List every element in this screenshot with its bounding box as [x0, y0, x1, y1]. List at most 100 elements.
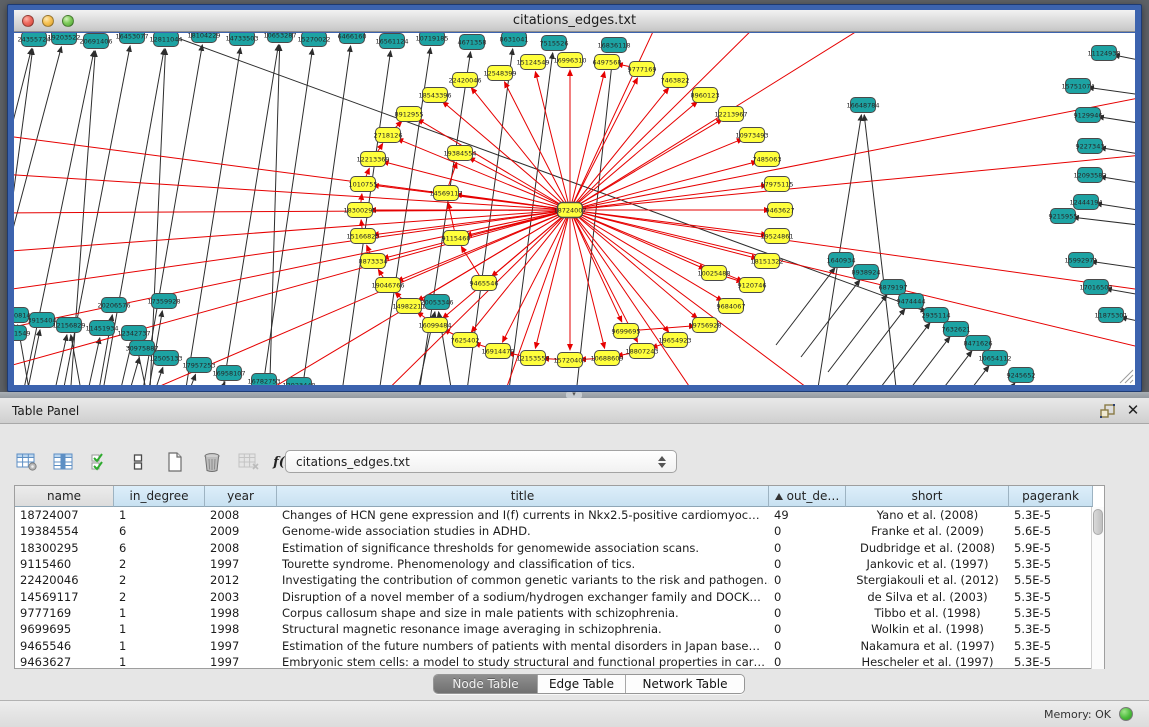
graph-node[interactable]: 7463822 [661, 73, 690, 88]
graph-node[interactable]: 10719185 [415, 33, 448, 46]
graph-node[interactable]: 8912955 [395, 107, 424, 122]
graph-node[interactable]: 9474444 [897, 294, 926, 309]
graph-node[interactable]: 8960123 [691, 88, 720, 103]
table-row[interactable]: 1938455462009Genome-wide association stu… [15, 523, 1104, 539]
graph-node[interactable]: 9115460 [442, 231, 471, 246]
graph-node[interactable]: 15720407 [553, 353, 586, 368]
graph-node[interactable]: 16782753 [247, 374, 280, 386]
graph-node[interactable]: 16561124 [375, 34, 408, 49]
graph-node[interactable]: 10654112 [978, 351, 1011, 366]
graph-node[interactable]: 17016504 [1079, 280, 1112, 295]
graph-node[interactable]: 24355724 [17, 33, 50, 47]
table-scrollbar[interactable] [1091, 507, 1104, 669]
graph-node[interactable]: 1010755 [349, 177, 378, 192]
graph-node[interactable]: 8873334 [359, 254, 388, 269]
table-row[interactable]: 977716911998Corpus callosum shape and si… [15, 605, 1104, 621]
row-height-icon[interactable] [125, 449, 151, 475]
graph-node[interactable]: 16648784 [846, 98, 879, 113]
table-row[interactable]: 946554611997Estimation of the future num… [15, 637, 1104, 653]
graph-node[interactable]: 12505133 [149, 351, 182, 366]
graph-node[interactable]: 15166825 [346, 229, 379, 244]
graph-node[interactable]: 17957253 [182, 358, 215, 373]
graph-node[interactable]: 12342737 [117, 326, 150, 341]
graph-node[interactable]: 9699695 [612, 324, 641, 339]
graph-node[interactable]: 16099484 [418, 318, 451, 333]
graph-node[interactable]: 12811044 [149, 33, 182, 47]
graph-node[interactable]: 9777169 [628, 62, 657, 77]
new-document-icon[interactable] [162, 449, 188, 475]
window-titlebar[interactable]: citations_edges.txt [14, 10, 1135, 32]
column-header-pagerank[interactable]: pagerank [1009, 486, 1093, 507]
graph-node[interactable]: 15124549 [516, 55, 549, 70]
graph-node[interactable]: 8471626 [964, 336, 993, 351]
graph-node[interactable]: 4671358 [458, 35, 487, 50]
tab-edge-table[interactable]: Edge Table [538, 675, 626, 693]
graph-node[interactable]: 18151322 [750, 254, 783, 269]
graph-node[interactable]: 18807243 [625, 344, 658, 359]
graph-node[interactable]: 11451934 [85, 321, 118, 336]
graph-node[interactable]: 19654923 [658, 333, 691, 348]
graph-node[interactable]: 15992971 [1064, 253, 1097, 268]
graph-node[interactable]: 6466160 [338, 33, 367, 44]
graph-node[interactable]: 18300295 [343, 203, 376, 218]
table-row[interactable]: 969969511998Structural magnetic resonanc… [15, 621, 1104, 637]
tab-network-table[interactable]: Network Table [626, 675, 744, 693]
select-columns-checks-icon[interactable] [88, 449, 114, 475]
graph-node[interactable]: 12153559 [516, 351, 549, 366]
graph-node[interactable]: 9129946 [1074, 108, 1103, 123]
graph-node[interactable]: 19203522 [47, 33, 80, 45]
table-row[interactable]: 946362711997Embryonic stem cells: a mode… [15, 654, 1104, 670]
graph-node[interactable]: 10653287 [263, 33, 296, 43]
graph-node[interactable]: 16958107 [212, 366, 245, 381]
graph-node[interactable]: 12548399 [483, 66, 516, 81]
graph-node[interactable]: 10025488 [697, 266, 730, 281]
graph-node[interactable]: 10688609 [590, 351, 623, 366]
float-panel-icon[interactable] [1100, 404, 1116, 418]
graph-node[interactable]: 12444194 [1069, 195, 1102, 210]
column-header-in_degree[interactable]: in_degree [114, 486, 205, 507]
graph-node[interactable]: 17975115 [760, 177, 793, 192]
graph-node[interactable]: 20053346 [420, 295, 453, 310]
graph-node[interactable]: 16453077 [115, 33, 148, 44]
graph-node[interactable]: 15751074 [1061, 79, 1094, 94]
column-header-out_de[interactable]: out_de… [769, 486, 846, 507]
graph-node[interactable]: 8938924 [852, 265, 881, 280]
graph-node[interactable]: 8631041 [500, 33, 529, 47]
column-header-title[interactable]: title [277, 486, 769, 507]
graph-node[interactable]: 2935114 [922, 308, 951, 323]
graph-node[interactable]: 19384554 [443, 146, 476, 161]
graph-node[interactable]: 14733503 [225, 33, 258, 46]
graph-node[interactable]: 18104229 [187, 33, 220, 43]
show-columns-icon[interactable] [51, 449, 77, 475]
graph-node[interactable]: 9120746 [738, 278, 767, 293]
graph-node[interactable]: 9227343 [1076, 139, 1105, 154]
graph-node[interactable]: 10973493 [735, 128, 768, 143]
graph-node[interactable]: 16914479 [481, 344, 514, 359]
graph-node[interactable]: 20691406 [79, 34, 112, 49]
delete-trash-icon[interactable] [199, 449, 225, 475]
graph-node[interactable]: 11875301 [1094, 308, 1127, 323]
graph-node[interactable]: 7632621 [942, 322, 971, 337]
graph-node[interactable]: 9245652 [1007, 368, 1036, 383]
graph-node[interactable]: 12093582 [1073, 168, 1106, 183]
table-row[interactable]: 911546021997Tourette syndrome. Phenomeno… [15, 556, 1104, 572]
graph-node[interactable]: 17359928 [147, 294, 180, 309]
tab-node-table[interactable]: Node Table [434, 675, 538, 693]
graph-node[interactable]: 7515526 [540, 36, 569, 51]
graph-node[interactable]: 15270022 [297, 33, 330, 47]
graph-node[interactable]: 1640934 [827, 253, 856, 268]
graph-node[interactable]: 16836118 [597, 38, 630, 53]
graph-node[interactable]: 19046766 [371, 278, 404, 293]
graph-node[interactable]: 9684067 [717, 299, 746, 314]
close-panel-icon[interactable]: ✕ [1125, 402, 1141, 418]
graph-node[interactable]: 2718126 [374, 128, 403, 143]
graph-node[interactable]: 7625402 [451, 333, 480, 348]
graph-node[interactable]: 9215955 [1049, 209, 1078, 224]
graph-node[interactable]: 12923448 [282, 378, 315, 386]
graph-node[interactable]: 20206576 [97, 298, 130, 313]
graph-node[interactable]: 22420046 [448, 73, 481, 88]
table-row[interactable]: 1872400712008Changes of HCN gene express… [15, 507, 1104, 523]
graph-node[interactable]: 12213967 [714, 107, 747, 122]
graph-node[interactable]: 14569117 [429, 186, 462, 201]
table-row[interactable]: 1830029562008Estimation of significance … [15, 540, 1104, 556]
